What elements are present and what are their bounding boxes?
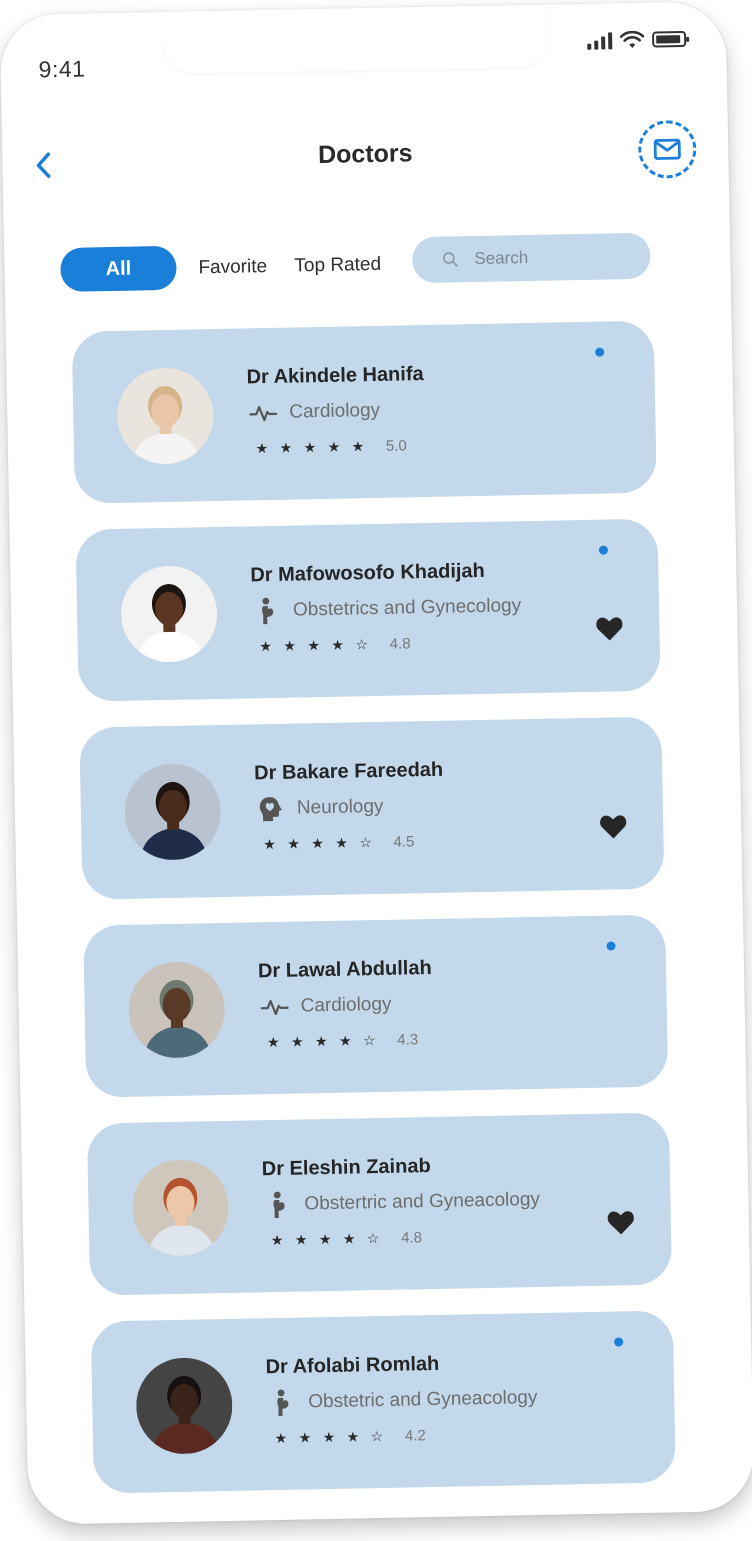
star-filled-icon: ★: [263, 835, 276, 853]
doctor-specialty: Neurology: [296, 795, 384, 819]
doctor-card[interactable]: Dr Eleshin Zainab Obstertric and Gyneacol…: [86, 1112, 673, 1296]
star-filled-icon: ★: [294, 1231, 308, 1248]
rating-value: 4.2: [404, 1427, 426, 1445]
star-filled-icon: ★: [318, 1230, 332, 1248]
doctor-card[interactable]: Dr Mafowosofo Khadijah Obstetrics and Gyn…: [75, 518, 661, 702]
mail-icon: [653, 138, 681, 160]
star-filled-icon: ★: [307, 637, 321, 654]
rating-row: ★ ★ ★ ★ ★ 5.0: [252, 437, 407, 457]
wifi-icon: [619, 30, 645, 48]
star-filled-icon: ★: [338, 1032, 352, 1049]
star-outline-icon: ☆: [366, 1230, 380, 1247]
star-filled-icon: ★: [314, 1033, 328, 1050]
specialty-row: Obstetrics and Gynecology: [253, 593, 522, 625]
star-filled-icon: ★: [335, 834, 348, 851]
star-outline-icon: ☆: [362, 1032, 376, 1049]
rating-value: 4.8: [389, 635, 411, 653]
search-field[interactable]: [411, 232, 651, 284]
search-input[interactable]: [472, 245, 627, 271]
star-filled-icon: ★: [322, 1428, 336, 1446]
rating-row: ★ ★ ★ ★ ☆ 4.8: [256, 635, 411, 655]
rating-row: ★ ★ ★ ★ ☆ 4.3: [263, 1031, 418, 1051]
star-filled-icon: ★: [270, 1231, 284, 1249]
doctor-card[interactable]: Dr Lawal Abdullah Cardiology ★ ★ ★ ★ ☆ 4.3: [83, 914, 669, 1098]
doctor-avatar: [131, 1158, 230, 1257]
online-status-dot: [606, 941, 616, 951]
doctor-name: Dr Eleshin Zainab: [261, 1155, 431, 1181]
status-icons: [587, 30, 687, 50]
rating-value: 4.5: [393, 833, 415, 851]
phone-frame: 9:41 Doctors All Favorite Top Rated Sear…: [0, 1, 752, 1525]
star-filled-icon: ★: [351, 438, 365, 455]
specialty-row: Obstetric and Gyneacology: [268, 1385, 538, 1417]
doctor-avatar: [123, 763, 222, 861]
status-time: 9:41: [38, 55, 86, 83]
star-filled-icon: ★: [274, 1429, 288, 1447]
doctor-specialty: Obstetric and Gyneacology: [308, 1387, 538, 1413]
doctor-avatar: [135, 1356, 234, 1455]
rating-row: ★ ★ ★ ★ ☆ 4.5: [259, 833, 414, 853]
filter-top-rated[interactable]: Top Rated: [294, 254, 381, 278]
doctor-specialty: Obstetrics and Gynecology: [292, 595, 522, 621]
doctor-name: Dr Akindele Hanifa: [246, 363, 424, 389]
filter-favorite[interactable]: Favorite: [198, 256, 267, 279]
rating-value: 4.3: [397, 1031, 419, 1049]
star-outline-icon: ☆: [359, 834, 372, 851]
pregnant-icon: [264, 1191, 292, 1219]
brain-head-icon: [257, 796, 285, 823]
star-filled-icon: ★: [283, 637, 297, 654]
notch: [161, 4, 551, 74]
star-outline-icon: ☆: [355, 636, 369, 653]
star-filled-icon: ★: [327, 438, 341, 455]
star-filled-icon: ★: [259, 637, 273, 655]
filter-all-chip[interactable]: All: [60, 245, 177, 292]
star-filled-icon: ★: [266, 1033, 280, 1051]
pregnant-icon: [253, 597, 281, 625]
rating-value: 5.0: [385, 437, 407, 455]
rating-value: 4.8: [400, 1229, 423, 1247]
star-filled-icon: ★: [287, 835, 300, 852]
doctor-avatar: [127, 960, 226, 1059]
star-filled-icon: ★: [303, 439, 317, 456]
favorite-heart-icon[interactable]: [607, 1209, 635, 1236]
doctor-name: Dr Lawal Abdullah: [257, 956, 432, 983]
heartbeat-icon: [260, 994, 289, 1021]
star-filled-icon: ★: [298, 1429, 312, 1446]
star-filled-icon: ★: [331, 636, 345, 653]
doctor-name: Dr Mafowosofo Khadijah: [250, 559, 485, 587]
favorite-heart-icon[interactable]: [599, 813, 627, 840]
rating-row: ★ ★ ★ ★ ☆ 4.2: [271, 1427, 426, 1447]
star-outline-icon: ☆: [370, 1428, 384, 1445]
specialty-row: Neurology: [257, 794, 384, 822]
specialty-row: Cardiology: [260, 992, 392, 1021]
doctor-specialty: Obstertric and Gyneacology: [304, 1188, 541, 1215]
doctor-name: Dr Afolabi Romlah: [265, 1352, 440, 1379]
online-status-dot: [598, 545, 609, 555]
specialty-row: Cardiology: [249, 398, 380, 427]
doctor-card[interactable]: Dr Afolabi Romlah Obstetric and Gyneacolo…: [90, 1310, 676, 1494]
doctor-avatar: [120, 565, 219, 663]
specialty-row: Obstertric and Gyneacology: [264, 1187, 541, 1219]
heartbeat-icon: [249, 400, 278, 427]
star-filled-icon: ★: [311, 835, 324, 852]
doctor-specialty: Cardiology: [289, 399, 381, 423]
doctor-avatar: [116, 367, 215, 465]
pregnant-icon: [268, 1389, 296, 1417]
doctor-card[interactable]: Dr Akindele Hanifa Cardiology ★ ★ ★ ★ ★ 5.0: [71, 320, 657, 504]
star-filled-icon: ★: [279, 439, 293, 456]
star-filled-icon: ★: [342, 1230, 356, 1247]
favorite-heart-icon[interactable]: [595, 615, 623, 642]
search-icon: [443, 252, 458, 267]
star-filled-icon: ★: [346, 1428, 360, 1445]
doctor-specialty: Cardiology: [300, 993, 392, 1017]
rating-row: ★ ★ ★ ★ ☆ 4.8: [267, 1229, 422, 1249]
signal-icon: [587, 31, 613, 50]
star-filled-icon: ★: [255, 440, 269, 457]
star-filled-icon: ★: [290, 1033, 304, 1050]
doctor-name: Dr Bakare Fareedah: [253, 758, 444, 785]
battery-icon: [652, 30, 687, 48]
online-status-dot: [614, 1337, 624, 1347]
online-status-dot: [595, 347, 605, 357]
doctor-card[interactable]: Dr Bakare Fareedah Neurology ★ ★ ★ ★ ☆ 4.5: [79, 716, 665, 900]
